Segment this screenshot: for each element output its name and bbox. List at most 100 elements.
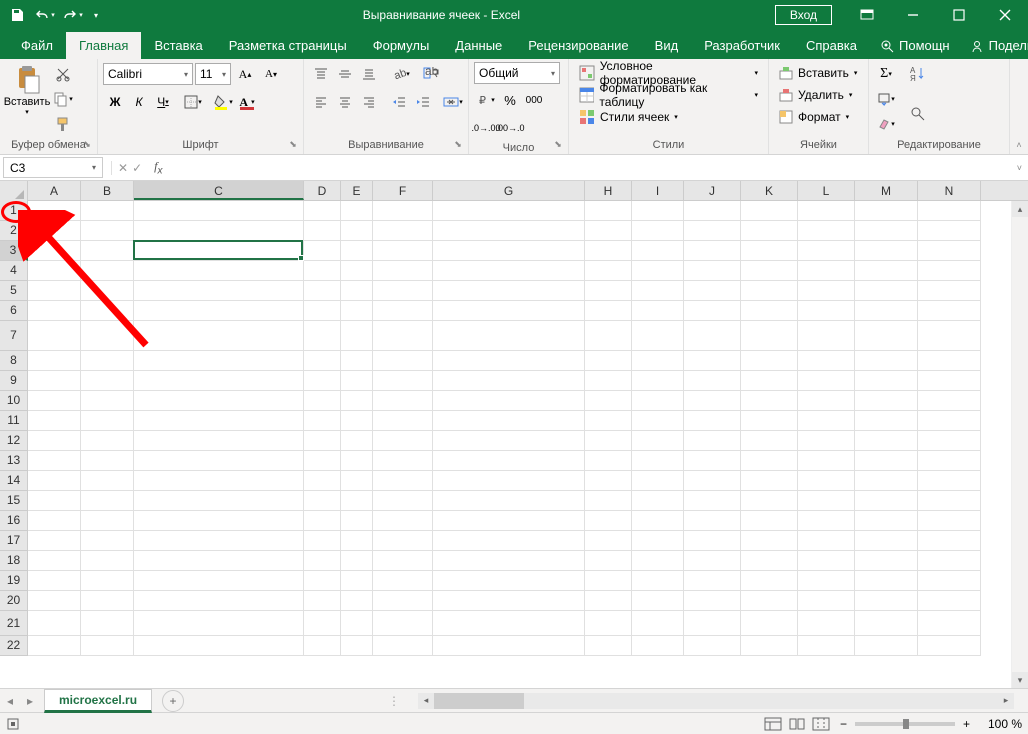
cell[interactable]	[373, 451, 433, 471]
column-header[interactable]: H	[585, 181, 632, 200]
cell[interactable]	[81, 636, 134, 656]
cell[interactable]	[855, 511, 918, 531]
cell[interactable]	[28, 491, 81, 511]
cell[interactable]	[918, 511, 981, 531]
cell[interactable]	[855, 431, 918, 451]
cell[interactable]	[304, 431, 341, 451]
cell[interactable]	[585, 391, 632, 411]
cell[interactable]	[632, 321, 684, 351]
tab-главная[interactable]: Главная	[66, 32, 141, 59]
cell[interactable]	[373, 471, 433, 491]
cell[interactable]	[373, 321, 433, 351]
cell[interactable]	[81, 241, 134, 261]
cancel-formula-icon[interactable]: ✕	[118, 161, 128, 175]
cell[interactable]	[433, 531, 585, 551]
cell[interactable]	[585, 221, 632, 241]
cell[interactable]	[918, 241, 981, 261]
column-header[interactable]: K	[741, 181, 798, 200]
cell[interactable]	[741, 371, 798, 391]
cell[interactable]	[433, 301, 585, 321]
decrease-decimal-icon[interactable]: .00→.0	[499, 117, 521, 139]
cut-icon[interactable]	[52, 63, 74, 85]
cell[interactable]	[741, 471, 798, 491]
column-header[interactable]: E	[341, 181, 373, 200]
cell[interactable]	[798, 301, 855, 321]
underline-button[interactable]: Ч▾	[152, 91, 174, 113]
cell[interactable]	[81, 451, 134, 471]
cell[interactable]	[134, 636, 304, 656]
cell[interactable]	[684, 551, 741, 571]
login-button[interactable]: Вход	[775, 5, 832, 25]
alignment-launcher-icon[interactable]: ⬊	[451, 137, 465, 151]
cell[interactable]	[373, 411, 433, 431]
cell[interactable]	[585, 241, 632, 261]
cell[interactable]	[341, 391, 373, 411]
select-all-button[interactable]	[0, 181, 28, 201]
column-header[interactable]: B	[81, 181, 134, 200]
cell[interactable]	[341, 491, 373, 511]
delete-cells-button[interactable]: Удалить▾	[774, 84, 857, 106]
close-icon[interactable]	[982, 0, 1028, 30]
cell[interactable]	[855, 281, 918, 301]
cell[interactable]	[433, 571, 585, 591]
cell[interactable]	[134, 591, 304, 611]
cell[interactable]	[585, 201, 632, 221]
align-left-icon[interactable]	[310, 91, 332, 113]
row-header[interactable]: 2	[0, 221, 28, 241]
cell[interactable]	[585, 571, 632, 591]
cell[interactable]	[918, 451, 981, 471]
cell[interactable]	[28, 241, 81, 261]
cell[interactable]	[684, 301, 741, 321]
orientation-icon[interactable]: ab▾	[390, 63, 412, 85]
cell[interactable]	[741, 201, 798, 221]
cell[interactable]	[433, 351, 585, 371]
cell[interactable]	[632, 241, 684, 261]
cell[interactable]	[304, 531, 341, 551]
insert-cells-button[interactable]: Вставить▾	[774, 62, 862, 84]
cell[interactable]	[585, 281, 632, 301]
cell[interactable]	[632, 201, 684, 221]
cell[interactable]	[632, 281, 684, 301]
cell[interactable]	[585, 636, 632, 656]
cell[interactable]	[798, 451, 855, 471]
shrink-font-icon[interactable]: A▾	[260, 63, 282, 85]
cell[interactable]	[918, 571, 981, 591]
cell[interactable]	[632, 511, 684, 531]
cell[interactable]	[684, 221, 741, 241]
cell[interactable]	[855, 471, 918, 491]
cell[interactable]	[304, 371, 341, 391]
cell[interactable]	[373, 591, 433, 611]
cell[interactable]	[684, 431, 741, 451]
cell[interactable]	[433, 201, 585, 221]
cell[interactable]	[855, 221, 918, 241]
column-header[interactable]: J	[684, 181, 741, 200]
cell[interactable]	[684, 591, 741, 611]
cell[interactable]	[28, 451, 81, 471]
cell[interactable]	[798, 261, 855, 281]
cell[interactable]	[304, 321, 341, 351]
cell[interactable]	[373, 491, 433, 511]
paste-button[interactable]: Вставить ▾	[5, 62, 49, 118]
tab-вид[interactable]: Вид	[642, 32, 692, 59]
cell[interactable]	[684, 636, 741, 656]
cell[interactable]	[341, 301, 373, 321]
cell[interactable]	[684, 351, 741, 371]
cell[interactable]	[632, 471, 684, 491]
cell[interactable]	[341, 591, 373, 611]
cell[interactable]	[918, 261, 981, 281]
cell[interactable]	[798, 391, 855, 411]
cell[interactable]	[81, 431, 134, 451]
cell[interactable]	[684, 261, 741, 281]
cell[interactable]	[632, 591, 684, 611]
cell[interactable]	[134, 551, 304, 571]
find-icon[interactable]	[903, 103, 933, 125]
cell[interactable]	[134, 281, 304, 301]
fill-icon[interactable]: ▾	[875, 88, 897, 110]
column-header[interactable]: F	[373, 181, 433, 200]
cell[interactable]	[433, 281, 585, 301]
cell[interactable]	[373, 551, 433, 571]
cell[interactable]	[341, 431, 373, 451]
row-header[interactable]: 8	[0, 351, 28, 371]
cell[interactable]	[341, 241, 373, 261]
cell[interactable]	[134, 321, 304, 351]
